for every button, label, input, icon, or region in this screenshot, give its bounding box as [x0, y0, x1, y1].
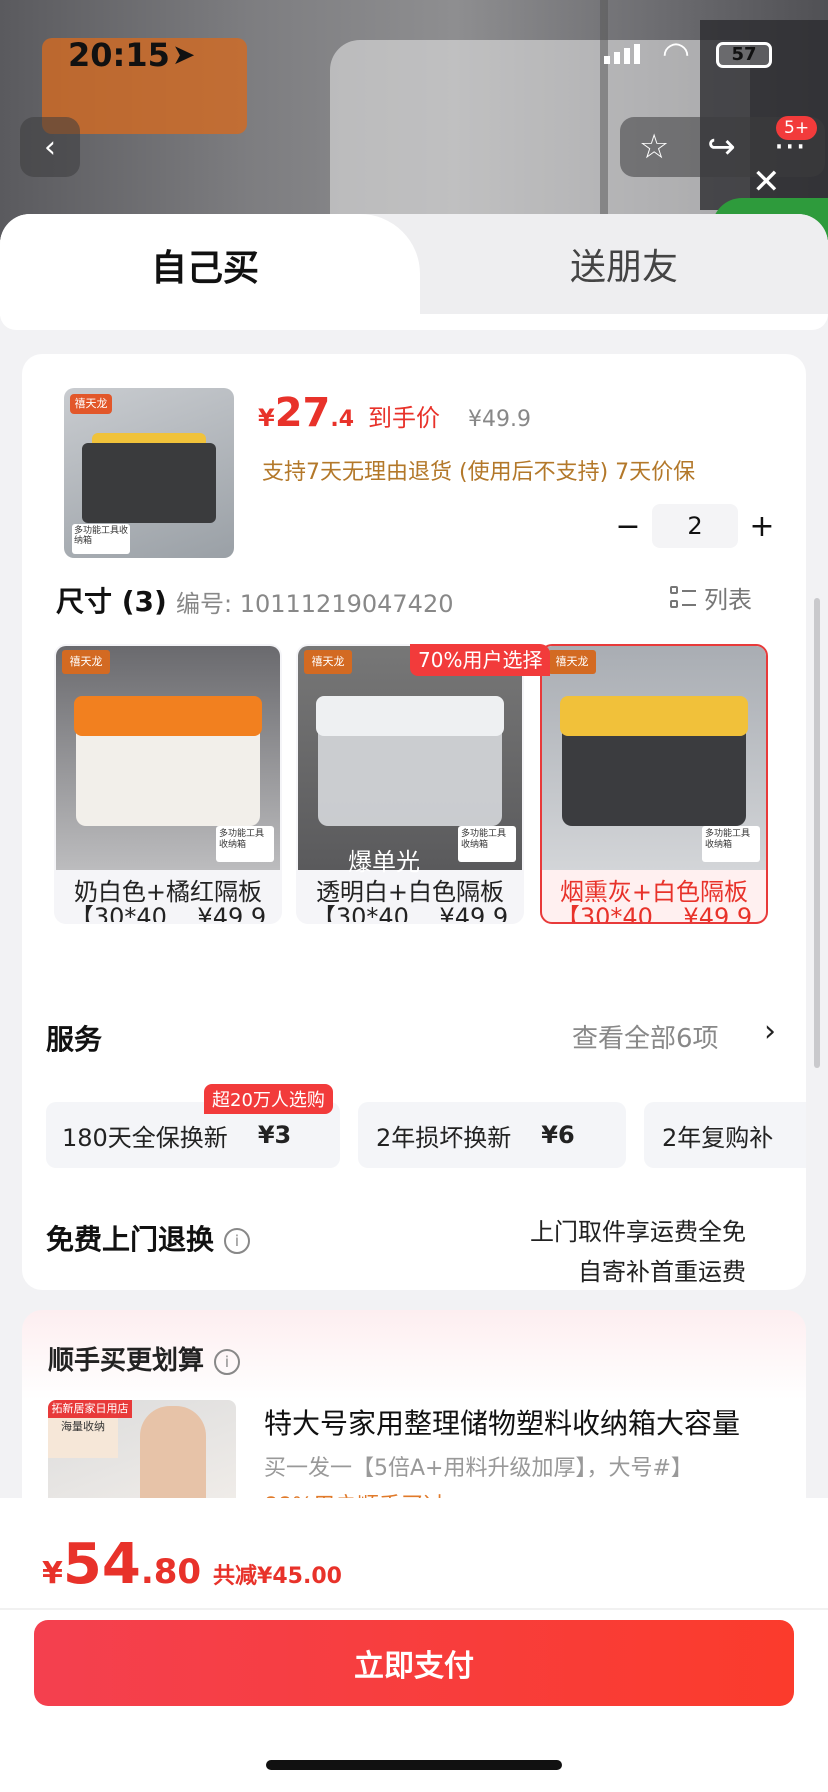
wifi-icon: ◠: [662, 34, 690, 72]
price-currency: ¥: [258, 404, 275, 432]
option-image-label: 多功能工具收纳箱: [458, 826, 516, 862]
chevron-right-icon[interactable]: ›: [764, 1014, 776, 1049]
info-icon[interactable]: i: [214, 1348, 241, 1375]
tab-buy-for-self[interactable]: 自己买: [0, 214, 420, 316]
back-button[interactable]: ‹: [20, 117, 80, 177]
services-title: 服务: [46, 1023, 103, 1056]
service-option-2[interactable]: 2年损坏换新 ¥6: [358, 1102, 626, 1168]
tab-strip: [0, 314, 828, 330]
bundle-product-name[interactable]: 特大号家用整理储物塑料收纳箱大容量: [264, 1402, 784, 1442]
option-brand: 禧天龙: [62, 650, 110, 674]
service-popular-badge: 超20万人选购: [204, 1084, 333, 1114]
total-currency: ¥: [42, 1556, 63, 1591]
service-name: 2年复购补: [662, 1123, 774, 1152]
quantity-plus-button[interactable]: +: [738, 509, 786, 544]
original-price: ¥49.9: [468, 407, 532, 432]
info-icon[interactable]: i: [224, 1228, 251, 1254]
bundle-product-subtitle: 买一发一【5倍A+用料升级加厚】，大号#】: [264, 1456, 693, 1481]
checkout-footer: ¥ 54 .80 共减¥45.00 立即支付: [0, 1498, 828, 1792]
status-bar: 20:15 ➤ ◠ 57: [0, 0, 828, 100]
option-brand: 禧天龙: [304, 650, 352, 674]
price-tag: 到手价: [368, 404, 441, 432]
price-integer: 27: [274, 390, 331, 436]
signal-icon: [604, 44, 640, 64]
service-list: 180天全保换新 ¥3 2年损坏换新 ¥6 2年复购补: [46, 1102, 806, 1170]
status-time: 20:15: [68, 36, 170, 74]
size-option-1[interactable]: 禧天龙 多功能工具收纳箱 奶白色+橘红隔板 【30*40... ¥49.9: [54, 644, 282, 924]
footer-divider: [0, 1608, 828, 1610]
service-option-3[interactable]: 2年复购补: [644, 1102, 806, 1168]
quantity-stepper: − 2 +: [604, 504, 786, 548]
option-image: 禧天龙 多功能工具收纳箱 爆单光: [298, 646, 522, 876]
tab-send-to-friend[interactable]: 送朋友: [420, 214, 828, 314]
option-name: 透明白+白色隔板: [315, 878, 505, 906]
battery-icon: 57: [716, 42, 772, 68]
option-detail: 【30*40... ¥49.9: [69, 903, 267, 924]
view-all-services-link[interactable]: 查看全部6项: [572, 1018, 719, 1055]
location-icon: ➤: [172, 38, 196, 71]
price-block: ¥ 27 .4 到手价 ¥49.9: [258, 390, 531, 436]
home-indicator: [266, 1760, 562, 1770]
free-return-title: 免费上门退换 i: [46, 1218, 251, 1258]
size-title: 尺寸 (3): [56, 585, 167, 618]
total-reduction: 共减¥45.00: [213, 1564, 342, 1589]
option-name: 奶白色+橘红隔板: [73, 878, 263, 906]
list-view-button[interactable]: 列表: [670, 580, 752, 615]
product-card: 禧天龙 多功能工具收纳箱 ¥ 27 .4 到手价 ¥49.9 支持7天无理由退货…: [22, 354, 806, 1290]
total-integer: 54: [62, 1532, 141, 1597]
service-name: 180天全保换新: [62, 1123, 228, 1152]
bundle-title: 顺手买更划算 i: [48, 1340, 241, 1377]
option-image: 禧天龙 多功能工具收纳箱: [56, 646, 280, 870]
return-policy-text: 支持7天无理由退货 (使用后不支持) 7天价保: [262, 460, 696, 485]
size-options: 禧天龙 多功能工具收纳箱 奶白色+橘红隔板 【30*40... ¥49.9 禧天…: [54, 644, 774, 924]
service-name: 2年损坏换新: [376, 1123, 512, 1152]
size-option-2[interactable]: 禧天龙 多功能工具收纳箱 爆单光 透明白+白色隔板 【30*40... ¥49.…: [296, 644, 524, 924]
total-price: ¥ 54 .80 共减¥45.00: [42, 1532, 342, 1597]
free-return-line-2: 自寄补首重运费: [578, 1258, 746, 1286]
option-image: 禧天龙 多功能工具收纳箱: [542, 646, 766, 870]
thumbnail-label: 多功能工具收纳箱: [72, 524, 130, 554]
tab-self-label: 自己买: [150, 248, 259, 289]
price-decimal: .4: [330, 407, 355, 432]
list-icon: [670, 585, 696, 610]
option-name: 烟熏灰+白色隔板: [559, 878, 749, 906]
option-image-label: 多功能工具收纳箱: [702, 826, 760, 862]
total-decimal: .80: [140, 1552, 202, 1592]
service-price: ¥3: [257, 1121, 292, 1149]
option-image-label: 多功能工具收纳箱: [216, 826, 274, 862]
bundle-title-label: 顺手买更划算: [48, 1346, 205, 1376]
free-return-label: 免费上门退换: [46, 1223, 215, 1256]
close-icon[interactable]: ✕: [752, 162, 781, 202]
scrollbar[interactable]: [814, 598, 820, 1068]
share-icon[interactable]: ↪: [707, 127, 736, 167]
free-return-line-1: 上门取件享运费全免: [530, 1218, 746, 1246]
tab-bar: 自己买 送朋友: [0, 214, 828, 316]
pay-now-button[interactable]: 立即支付: [34, 1620, 794, 1706]
thumbnail-brand: 禧天龙: [70, 394, 112, 414]
sku-code: 编号: 10111219047420: [176, 590, 454, 618]
option-brand: 禧天龙: [548, 650, 596, 674]
option-detail: 【30*40... ¥49.9: [555, 903, 753, 924]
bundle-image-tag: 拓新居家日用店: [48, 1400, 132, 1418]
popular-choice-badge: 70%用户选择: [410, 644, 551, 676]
size-option-3-selected[interactable]: 禧天龙 多功能工具收纳箱 烟熏灰+白色隔板 【30*40... ¥49.9: [540, 644, 768, 924]
quantity-minus-button[interactable]: −: [604, 509, 652, 544]
favorite-star-icon[interactable]: ☆: [639, 127, 669, 167]
notification-badge: 5+: [776, 116, 818, 140]
bundle-image-text: 海量收纳: [48, 1418, 118, 1458]
quantity-value[interactable]: 2: [652, 504, 738, 548]
list-view-label: 列表: [704, 586, 752, 614]
service-price: ¥6: [541, 1121, 575, 1149]
product-thumbnail[interactable]: 禧天龙 多功能工具收纳箱: [64, 388, 234, 558]
option-detail: 【30*40... ¥49.9: [311, 903, 509, 924]
